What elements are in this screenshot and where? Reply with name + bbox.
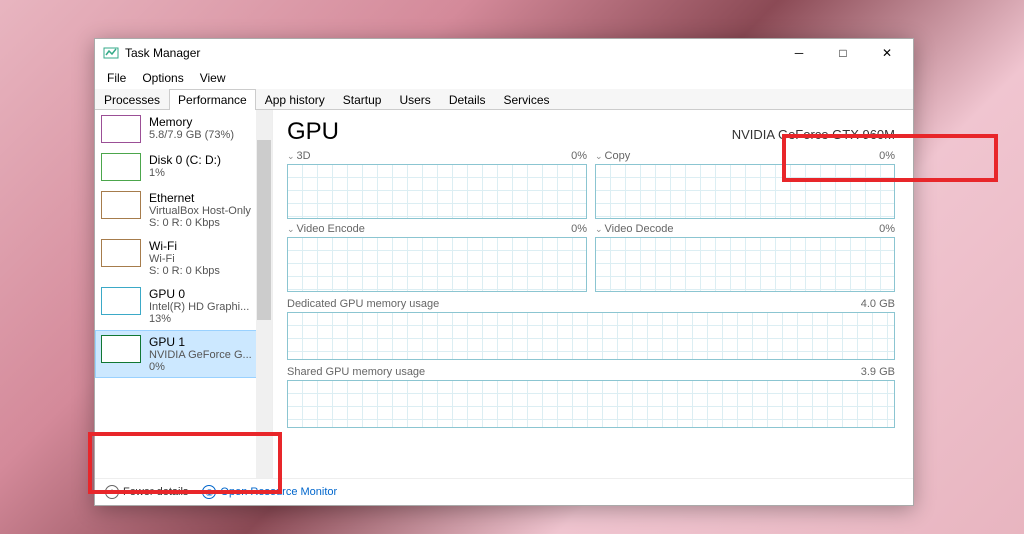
- chart-copy[interactable]: ⌄Copy0%: [595, 150, 895, 219]
- chevron-down-icon: ⌄: [595, 224, 603, 235]
- chevron-down-icon: ⌄: [287, 151, 295, 162]
- chart-shared-memory: Shared GPU memory usage3.9 GB: [287, 366, 895, 428]
- scrollbar[interactable]: [256, 110, 272, 478]
- thumb-icon: [101, 335, 141, 363]
- content-area: Memory 5.8/7.9 GB (73%) Disk 0 (C: D:) 1…: [95, 110, 913, 478]
- sidebar-item-sub: 5.8/7.9 GB (73%): [149, 129, 234, 141]
- chevron-down-icon: ⌄: [287, 224, 295, 235]
- close-button[interactable]: ✕: [865, 39, 909, 67]
- maximize-button[interactable]: □: [821, 39, 865, 67]
- chart-area: [287, 380, 895, 428]
- tab-services[interactable]: Services: [495, 89, 559, 110]
- sidebar-item-sub2: 0%: [149, 361, 252, 373]
- thumb-icon: [101, 239, 141, 267]
- chart-area: [287, 312, 895, 360]
- thumb-icon: [101, 191, 141, 219]
- sidebar-item-memory[interactable]: Memory 5.8/7.9 GB (73%): [95, 110, 272, 148]
- chart-area: [287, 237, 587, 292]
- sidebar-item-wifi[interactable]: Wi-Fi Wi-Fi S: 0 R: 0 Kbps: [95, 234, 272, 282]
- sidebar-item-label: Wi-Fi: [149, 239, 220, 253]
- sidebar-item-disk0[interactable]: Disk 0 (C: D:) 1%: [95, 148, 272, 186]
- menu-view[interactable]: View: [192, 69, 234, 87]
- scrollbar-thumb[interactable]: [257, 140, 271, 320]
- tab-startup[interactable]: Startup: [334, 89, 391, 110]
- menu-file[interactable]: File: [99, 69, 134, 87]
- sidebar-item-sub: NVIDIA GeForce G...: [149, 349, 252, 361]
- gpu-model-name: NVIDIA GeForce GTX 960M: [732, 127, 895, 142]
- sidebar-item-gpu1[interactable]: GPU 1 NVIDIA GeForce G... 0%: [95, 330, 272, 378]
- sidebar-item-gpu0[interactable]: GPU 0 Intel(R) HD Graphi... 13%: [95, 282, 272, 330]
- chevron-up-icon: ˄: [105, 485, 119, 499]
- sidebar: Memory 5.8/7.9 GB (73%) Disk 0 (C: D:) 1…: [95, 110, 273, 478]
- sidebar-item-label: Memory: [149, 115, 234, 129]
- tab-performance[interactable]: Performance: [169, 89, 256, 110]
- task-manager-window: Task Manager ─ □ ✕ File Options View Pro…: [94, 38, 914, 506]
- tab-users[interactable]: Users: [390, 89, 439, 110]
- tab-strip: Processes Performance App history Startu…: [95, 89, 913, 110]
- page-title: GPU: [287, 118, 732, 146]
- footer: ˄ Fewer details ◉ Open Resource Monitor: [95, 478, 913, 505]
- thumb-icon: [101, 115, 141, 143]
- open-resource-monitor-link[interactable]: ◉ Open Resource Monitor: [202, 485, 337, 499]
- sidebar-item-label: Ethernet: [149, 191, 251, 205]
- tab-app-history[interactable]: App history: [256, 89, 334, 110]
- sidebar-item-sub: 1%: [149, 167, 221, 179]
- fewer-details-button[interactable]: ˄ Fewer details: [105, 485, 188, 499]
- thumb-icon: [101, 287, 141, 315]
- sidebar-item-sub2: S: 0 R: 0 Kbps: [149, 217, 251, 229]
- main-panel: GPU NVIDIA GeForce GTX 960M ⌄3D0% ⌄Copy0…: [273, 110, 913, 478]
- app-icon: [103, 45, 119, 61]
- sidebar-item-sub2: 13%: [149, 313, 249, 325]
- chart-area: [287, 164, 587, 219]
- menubar: File Options View: [95, 67, 913, 89]
- sidebar-item-label: GPU 0: [149, 287, 249, 301]
- sidebar-item-sub2: S: 0 R: 0 Kbps: [149, 265, 220, 277]
- sidebar-item-label: Disk 0 (C: D:): [149, 153, 221, 167]
- minimize-button[interactable]: ─: [777, 39, 821, 67]
- tab-processes[interactable]: Processes: [95, 89, 169, 110]
- tab-details[interactable]: Details: [440, 89, 495, 110]
- chart-dedicated-memory: Dedicated GPU memory usage4.0 GB: [287, 298, 895, 360]
- titlebar: Task Manager ─ □ ✕: [95, 39, 913, 67]
- sidebar-item-sub: Wi-Fi: [149, 253, 220, 265]
- sidebar-item-label: GPU 1: [149, 335, 252, 349]
- chart-area: [595, 164, 895, 219]
- menu-options[interactable]: Options: [134, 69, 191, 87]
- chevron-down-icon: ⌄: [595, 151, 603, 162]
- monitor-icon: ◉: [202, 485, 216, 499]
- thumb-icon: [101, 153, 141, 181]
- sidebar-item-sub: VirtualBox Host-Only: [149, 205, 251, 217]
- sidebar-item-sub: Intel(R) HD Graphi...: [149, 301, 249, 313]
- window-title: Task Manager: [125, 46, 200, 60]
- chart-3d[interactable]: ⌄3D0%: [287, 150, 587, 219]
- chart-area: [595, 237, 895, 292]
- chart-video-encode[interactable]: ⌄Video Encode0%: [287, 223, 587, 292]
- sidebar-item-ethernet[interactable]: Ethernet VirtualBox Host-Only S: 0 R: 0 …: [95, 186, 272, 234]
- chart-video-decode[interactable]: ⌄Video Decode0%: [595, 223, 895, 292]
